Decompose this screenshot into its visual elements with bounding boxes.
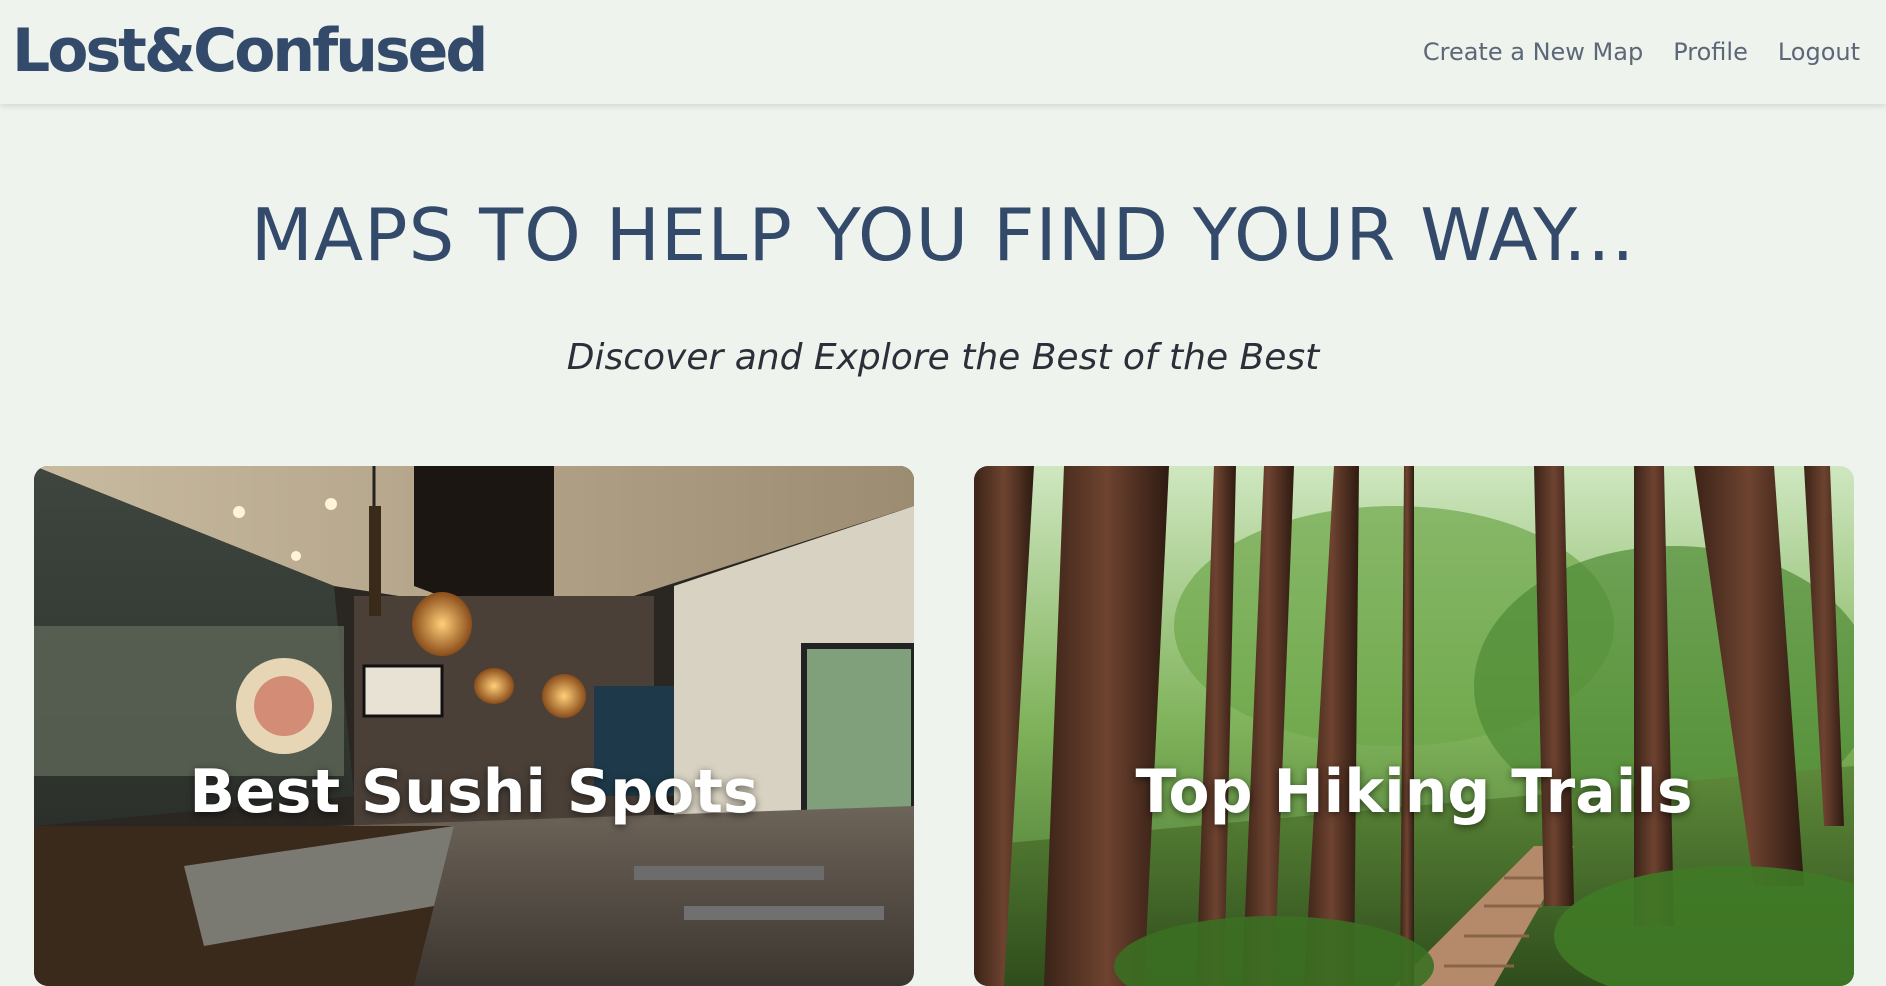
card-top-hiking-trails[interactable]: Top Hiking Trails [974, 466, 1854, 986]
navbar: Lost&Confused Create a New Map Profile L… [0, 0, 1886, 104]
card-best-sushi-spots[interactable]: Best Sushi Spots [34, 466, 914, 986]
nav-logout-link[interactable]: Logout [1778, 38, 1860, 66]
card-title: Top Hiking Trails [1135, 757, 1693, 827]
brand-logo[interactable]: Lost&Confused [12, 21, 488, 81]
card-title: Best Sushi Spots [189, 757, 759, 827]
nav-profile-link[interactable]: Profile [1673, 38, 1748, 66]
hero-subtitle: Discover and Explore the Best of the Bes… [566, 337, 1320, 378]
nav-create-map-link[interactable]: Create a New Map [1423, 38, 1643, 66]
nav-links: Create a New Map Profile Logout [1423, 38, 1860, 66]
hero-title: MAPS TO HELP YOU FIND YOUR WAY... [250, 193, 1636, 277]
sushi-restaurant-image [34, 466, 914, 986]
forest-trail-image [974, 466, 1854, 986]
